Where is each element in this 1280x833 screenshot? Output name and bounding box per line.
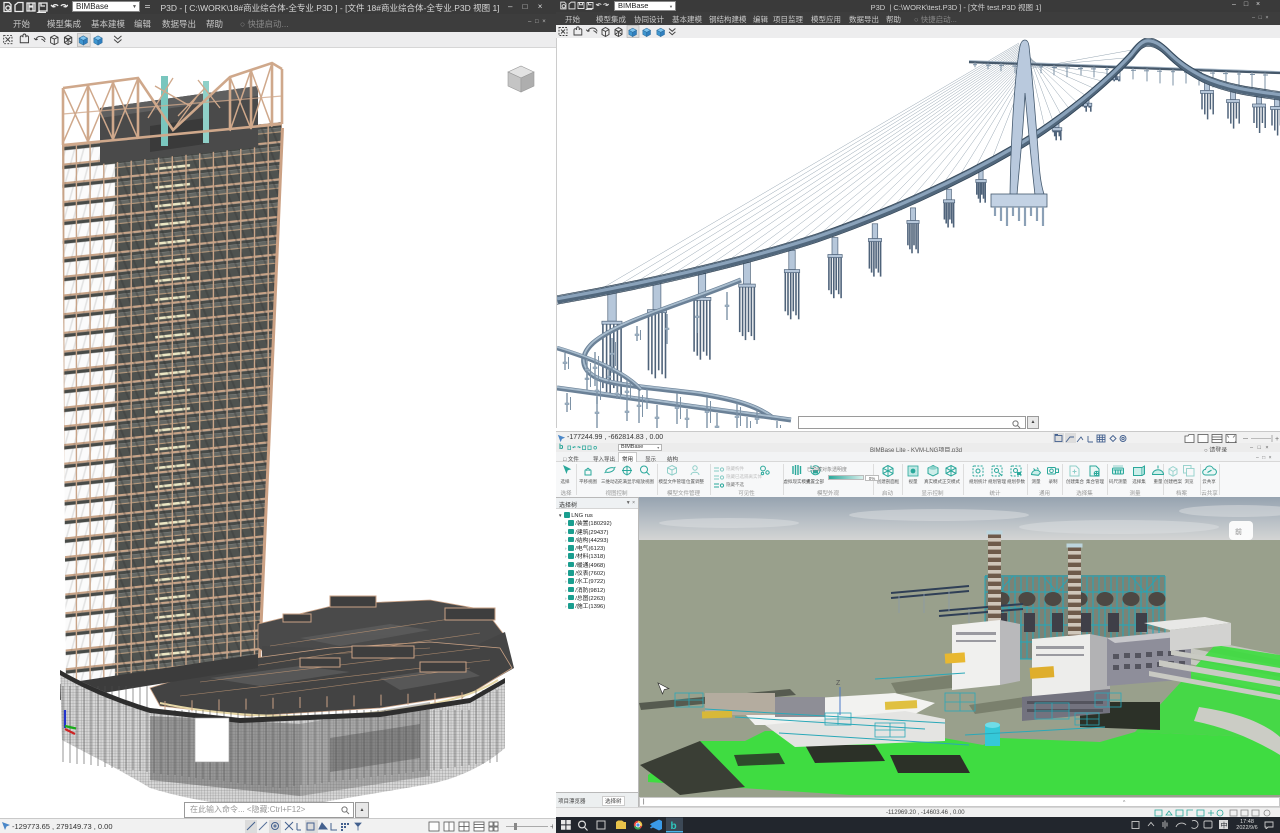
svg-text:Z: Z	[836, 680, 841, 687]
svg-text:b: b	[671, 821, 677, 832]
svg-text:+: +	[550, 822, 553, 831]
svg-text:+: +	[1275, 436, 1279, 443]
svg-text:中: 中	[1221, 821, 1228, 830]
svg-text:前: 前	[1235, 527, 1242, 536]
